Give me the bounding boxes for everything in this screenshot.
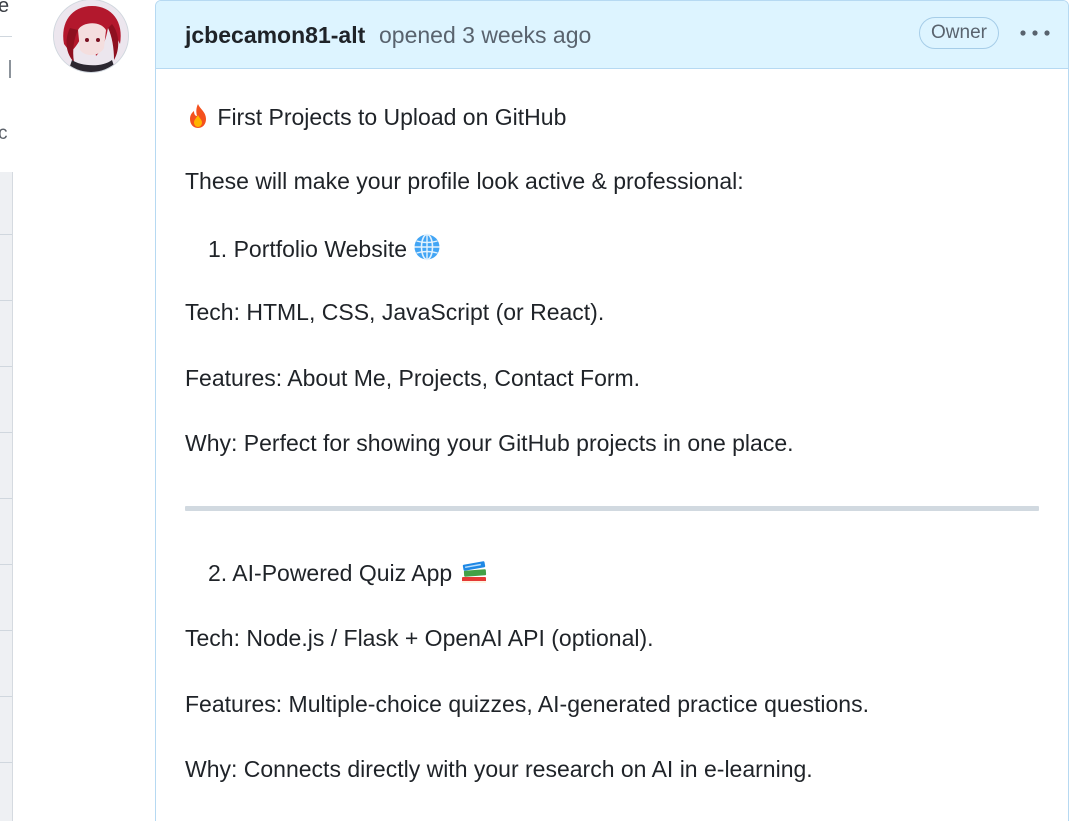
author-link[interactable]: jcbecamon81-alt [185,22,365,50]
owner-badge: Owner [919,17,999,49]
project2-title-text: 2. AI-Powered Quiz App [208,560,453,586]
project1-tech: Tech: HTML, CSS, JavaScript (or React). [185,299,605,325]
project2-tech: Tech: Node.js / Flask + OpenAI API (opti… [185,625,654,651]
avatar-image [54,0,128,72]
project1-features: Features: About Me, Projects, Contact Fo… [185,365,641,391]
divider [0,498,12,499]
project2-title: 2. AI-Powered Quiz App [208,559,489,592]
divider [0,234,12,235]
divider [0,564,12,565]
divider [0,366,12,367]
issue-page: e c jcbecamon81-alt opened 3 weeks ago O… [0,0,1080,821]
avatar[interactable] [54,0,128,72]
body-heading: First Projects to Upload on GitHub [185,103,566,136]
project1-title-text: 1. Portfolio Website [208,236,408,262]
comment-header: jcbecamon81-alt opened 3 weeks ago Owner [156,1,1068,69]
intro-text: These will make your profile look active… [185,168,744,194]
divider [0,36,12,37]
issue-comment-card: jcbecamon81-alt opened 3 weeks ago Owner [155,0,1069,821]
divider [0,762,12,763]
project2-why: Why: Connects directly with your researc… [185,756,813,782]
books-icon [459,559,489,592]
horizontal-rule [185,506,1039,511]
clipped-text: e [0,0,10,17]
text-cursor [9,60,11,78]
divider [0,300,12,301]
sidebar-edge: e c [0,0,13,821]
fire-icon [185,103,211,136]
heading-text: First Projects to Upload on GitHub [217,104,567,130]
globe-icon [413,233,441,268]
divider [0,696,12,697]
divider [0,432,12,433]
clipped-text: c [0,123,8,144]
project1-title: 1. Portfolio Website [208,233,441,268]
divider [0,630,12,631]
opened-timestamp: opened 3 weeks ago [379,22,592,48]
sidebar-panel [0,172,13,821]
project2-features: Features: Multiple-choice quizzes, AI-ge… [185,691,869,717]
kebab-menu-icon[interactable] [1018,21,1052,45]
project1-why: Why: Perfect for showing your GitHub pro… [185,430,794,456]
